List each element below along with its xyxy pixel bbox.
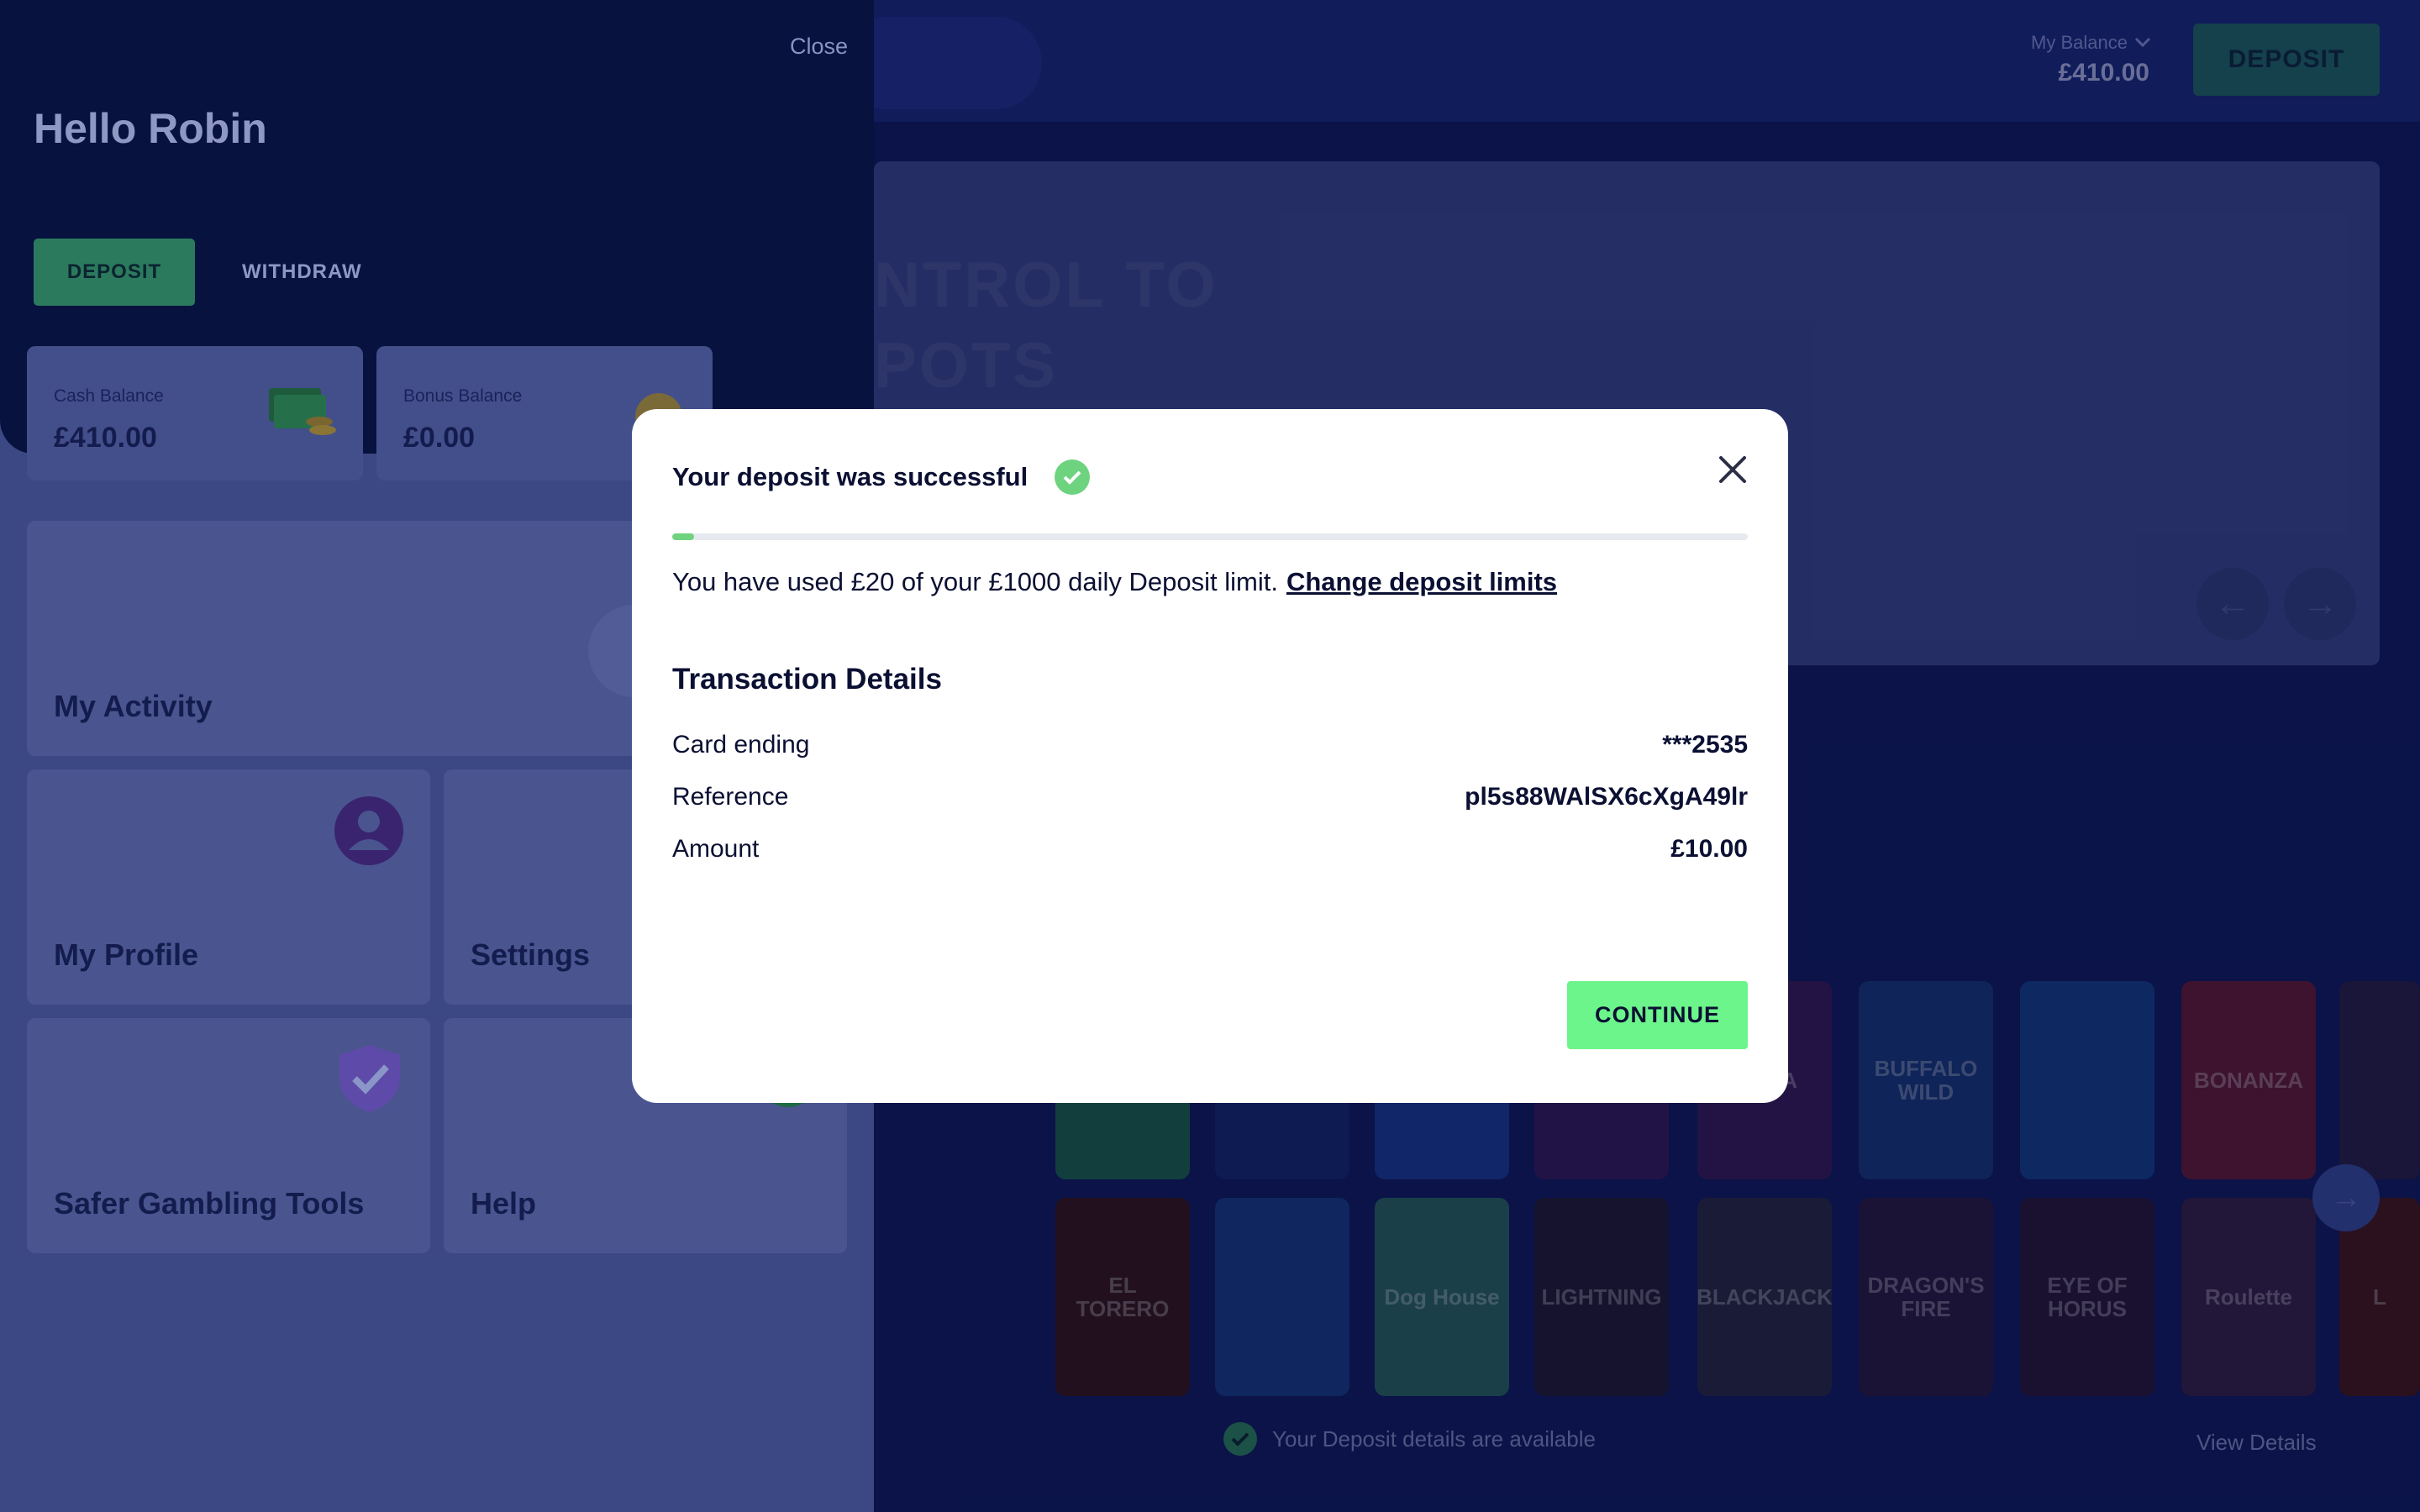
my-profile-label: My Profile <box>54 937 199 972</box>
deposit-limit-text: You have used £20 of your £1000 daily De… <box>672 567 1278 596</box>
detail-label: Amount <box>672 835 760 863</box>
close-icon[interactable] <box>1714 451 1751 488</box>
drawer-greeting: Hello Robin <box>34 105 267 152</box>
deposit-success-modal: Your deposit was successful You have use… <box>632 409 1788 1103</box>
bonus-balance-value: £0.00 <box>403 422 476 454</box>
user-icon <box>334 796 403 865</box>
tab-withdraw[interactable]: WITHDRAW <box>242 239 362 306</box>
cash-icon <box>269 388 336 435</box>
detail-row-card: Card ending ***2535 <box>672 731 1748 759</box>
deposit-limit-message: You have used £20 of your £1000 daily De… <box>672 567 1557 597</box>
cash-balance-value: £410.00 <box>54 422 157 454</box>
safer-gambling-label: Safer Gambling Tools <box>54 1186 365 1221</box>
bonus-balance-label: Bonus Balance <box>403 386 523 406</box>
transaction-details-heading: Transaction Details <box>672 663 942 696</box>
detail-label: Reference <box>672 783 789 811</box>
modal-title: Your deposit was successful <box>672 462 1028 491</box>
detail-row-reference: Reference pl5s88WAlSX6cXgA49lr <box>672 783 1748 811</box>
detail-value: ***2535 <box>1662 731 1748 759</box>
deposit-limit-progress <box>672 533 1748 540</box>
detail-value: pl5s88WAlSX6cXgA49lr <box>1465 783 1748 811</box>
detail-value: £10.00 <box>1670 835 1748 863</box>
my-activity-label: My Activity <box>54 689 213 723</box>
continue-button[interactable]: CONTINUE <box>1567 981 1748 1049</box>
safer-gambling-tile[interactable]: Safer Gambling Tools <box>27 1018 430 1253</box>
deposit-limit-progress-fill <box>672 533 694 540</box>
cash-balance-label: Cash Balance <box>54 386 164 406</box>
settings-label: Settings <box>471 937 591 972</box>
shield-icon <box>339 1045 400 1112</box>
change-deposit-limits-link[interactable]: Change deposit limits <box>1286 567 1557 596</box>
tab-deposit[interactable]: DEPOSIT <box>34 239 195 306</box>
my-profile-tile[interactable]: My Profile <box>27 769 430 1005</box>
help-label: Help <box>471 1186 537 1221</box>
detail-row-amount: Amount £10.00 <box>672 835 1748 864</box>
cash-balance-card: Cash Balance £410.00 <box>27 346 363 480</box>
drawer-close-button[interactable]: Close <box>790 34 848 60</box>
detail-label: Card ending <box>672 731 810 759</box>
check-circle-icon <box>1055 459 1091 495</box>
